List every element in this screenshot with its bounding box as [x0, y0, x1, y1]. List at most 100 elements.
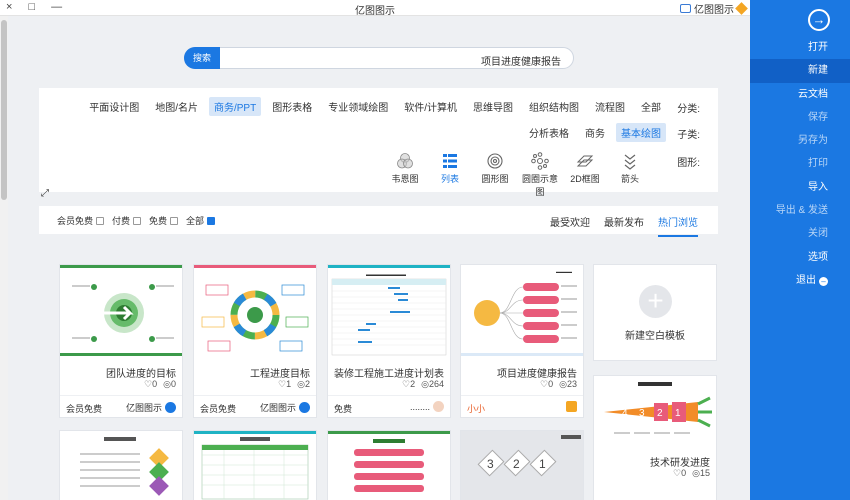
sidebar-item[interactable]: 保存 [750, 106, 850, 129]
price-checkbox[interactable]: 全部 [186, 214, 216, 227]
category-chip[interactable]: 思维导图 [468, 97, 518, 116]
template-card[interactable]: 2 1 34 技术研发进度 ◎15 ♡0 [593, 375, 717, 500]
template-card[interactable] [59, 430, 183, 500]
subcategory-chip[interactable]: 分析表格 [524, 123, 574, 142]
sidebar-item[interactable]: 退出 – [750, 269, 850, 292]
exit-icon: – [819, 276, 828, 286]
checkbox-box[interactable] [96, 216, 105, 225]
sidebar-item[interactable]: 导出 & 发送 [750, 199, 850, 222]
price-checkbox[interactable]: 会员免费 [57, 214, 105, 227]
svg-text:▬▬▬▬▬▬▬▬: ▬▬▬▬▬▬▬▬ [366, 272, 406, 278]
svg-text:1: 1 [539, 457, 546, 471]
like-count: 1 [286, 379, 292, 389]
card-footer: 小小 [461, 395, 583, 419]
checkbox-label: 免费 [149, 216, 168, 226]
sidebar-menu: 打开新建云文档保存另存为打印 导入 导出 & 发送 关闭 选项 退出 – [750, 36, 850, 292]
graphic-type-3[interactable]: 圆形图 [477, 152, 513, 198]
template-card[interactable] [327, 430, 451, 500]
scrollbar-thumb[interactable] [1, 20, 7, 200]
author-name: 亿图图示 [259, 403, 296, 413]
template-thumbnail[interactable] [194, 265, 316, 361]
sidebar-item-label: 云文档 [798, 88, 828, 100]
sidebar-item-label: 打开 [808, 42, 828, 53]
category-chip[interactable]: 组织结构图 [524, 97, 584, 116]
plus-icon[interactable]: + [639, 285, 672, 318]
sidebar-item[interactable]: 另存为 [750, 129, 850, 152]
template-title: 装修工程施工进度计划表 [334, 369, 444, 380]
vip-gem-icon[interactable] [735, 2, 748, 15]
subcategory-chip[interactable]: 商务 [580, 123, 610, 142]
expand-icon[interactable]: ⤢ [41, 188, 49, 199]
template-card[interactable]: 3 2 1 [460, 430, 584, 500]
new-blank-template-card[interactable]: + 新建空白模板 [593, 264, 717, 361]
sort-tab[interactable]: 热门浏览 [658, 214, 698, 237]
price-checkbox[interactable]: 免费 [149, 214, 179, 227]
subcategory-chip[interactable]: 基本绘图 [616, 123, 666, 142]
sidebar-item-label: 保存 [808, 111, 828, 123]
graphic-type-4[interactable]: 列表 [432, 152, 468, 198]
graphic-type-1[interactable]: 2D框图 [567, 152, 603, 198]
checkbox-label: 会员免费 [57, 216, 94, 226]
category-chip[interactable]: 专业领域绘图 [323, 97, 393, 116]
price-tag: 会员免费 [200, 404, 237, 414]
search-button[interactable]: 搜索 [184, 47, 220, 69]
category-chip[interactable]: 平面设计图 [84, 97, 144, 116]
checkbox-box[interactable] [170, 216, 179, 225]
author-badge [566, 401, 577, 412]
sidebar-item[interactable]: 云文档 [750, 83, 850, 106]
new-template-label: 新建空白模板 [625, 331, 685, 342]
like-count: 0 [681, 468, 687, 478]
eye-icon: ◎0 [163, 379, 176, 389]
vertical-scrollbar[interactable] [0, 16, 8, 500]
like-count: 0 [548, 379, 554, 389]
template-thumbnail[interactable]: ▬▬▬▬ [461, 265, 583, 361]
template-card[interactable]: ▬▬▬▬▬▬▬▬ 装修工程施工进度计划表 ◎264 ♡2 免费 ........ [327, 264, 451, 418]
sidebar-item[interactable]: 新建 [750, 59, 850, 83]
price-checkbox[interactable]: 付费 [112, 214, 142, 227]
category-chip[interactable]: 地图/名片 [150, 97, 203, 116]
category-label: 分类: [677, 104, 700, 115]
sidebar-item-label: 另存为 [798, 135, 828, 147]
template-card[interactable] [193, 430, 317, 500]
category-chip[interactable]: 全部 [636, 97, 666, 116]
category-row: 全部 流程图 组织结构图 思维导图 软件/计算机 专业领域绘图 图形表格 商务/PPT 地图/名… [84, 97, 666, 116]
back-arrow-icon[interactable] [808, 9, 830, 31]
category-chip[interactable]: 流程图 [590, 97, 630, 116]
template-card[interactable]: 工程进度目标 ◎2 ♡1 会员免费 亿图图示 [193, 264, 317, 418]
sidebar-item[interactable]: 打开 [750, 36, 850, 59]
template-thumbnail[interactable]: ▬▬▬▬▬▬▬▬ [328, 265, 450, 361]
graphic-type-0[interactable]: 箭头 [612, 152, 648, 198]
author-name: 亿图图示 [125, 403, 162, 413]
sidebar-item[interactable]: 打印 [750, 152, 850, 175]
category-chip[interactable]: 商务/PPT [208, 97, 262, 116]
author-avatar [566, 401, 577, 412]
chat-icon[interactable] [680, 4, 691, 13]
template-thumbnail[interactable] [194, 431, 316, 500]
graphic-type-5[interactable]: 韦恩图 [387, 152, 423, 198]
checkbox-box[interactable] [133, 216, 142, 225]
sidebar-item[interactable]: 关闭 [750, 222, 850, 245]
price-tag: 免费 [334, 404, 353, 414]
checkbox-box[interactable] [207, 216, 216, 225]
checkbox-label: 全部 [186, 216, 205, 226]
template-card[interactable]: ▬▬▬▬ 项目进度健康报告 ◎23 ♡0 小小 [460, 264, 584, 418]
brand-name[interactable]: 亿图图示 [694, 1, 734, 16]
template-thumbnail[interactable] [328, 431, 450, 500]
graphic-type-row: 箭头 2D框图 圆圈示意图 圆形图 列表 韦恩图 [387, 152, 648, 198]
graphic-type-2[interactable]: 圆圈示意图 [522, 152, 558, 198]
sidebar-item[interactable]: 选项 [750, 246, 850, 269]
sort-tab[interactable]: 最受欢迎 [550, 214, 590, 237]
category-chip[interactable]: 图形表格 [267, 97, 317, 116]
template-card[interactable]: 团队进度的目标 ◎0 ♡0 会员免费 亿图图示 [59, 264, 183, 418]
sidebar-item[interactable]: 导入 [750, 176, 850, 199]
like-count: 0 [152, 379, 158, 389]
svg-text:2: 2 [657, 408, 663, 419]
author-name: ........ [409, 401, 430, 412]
template-thumbnail[interactable]: 2 1 34 [594, 376, 716, 456]
category-chip[interactable]: 软件/计算机 [399, 97, 462, 116]
template-thumbnail[interactable] [60, 431, 182, 500]
search-input[interactable]: 项目进度健康报告 [481, 53, 561, 68]
sort-tab[interactable]: 最新发布 [604, 214, 644, 237]
template-thumbnail[interactable]: 3 2 1 [461, 431, 583, 500]
template-thumbnail[interactable] [60, 265, 182, 361]
